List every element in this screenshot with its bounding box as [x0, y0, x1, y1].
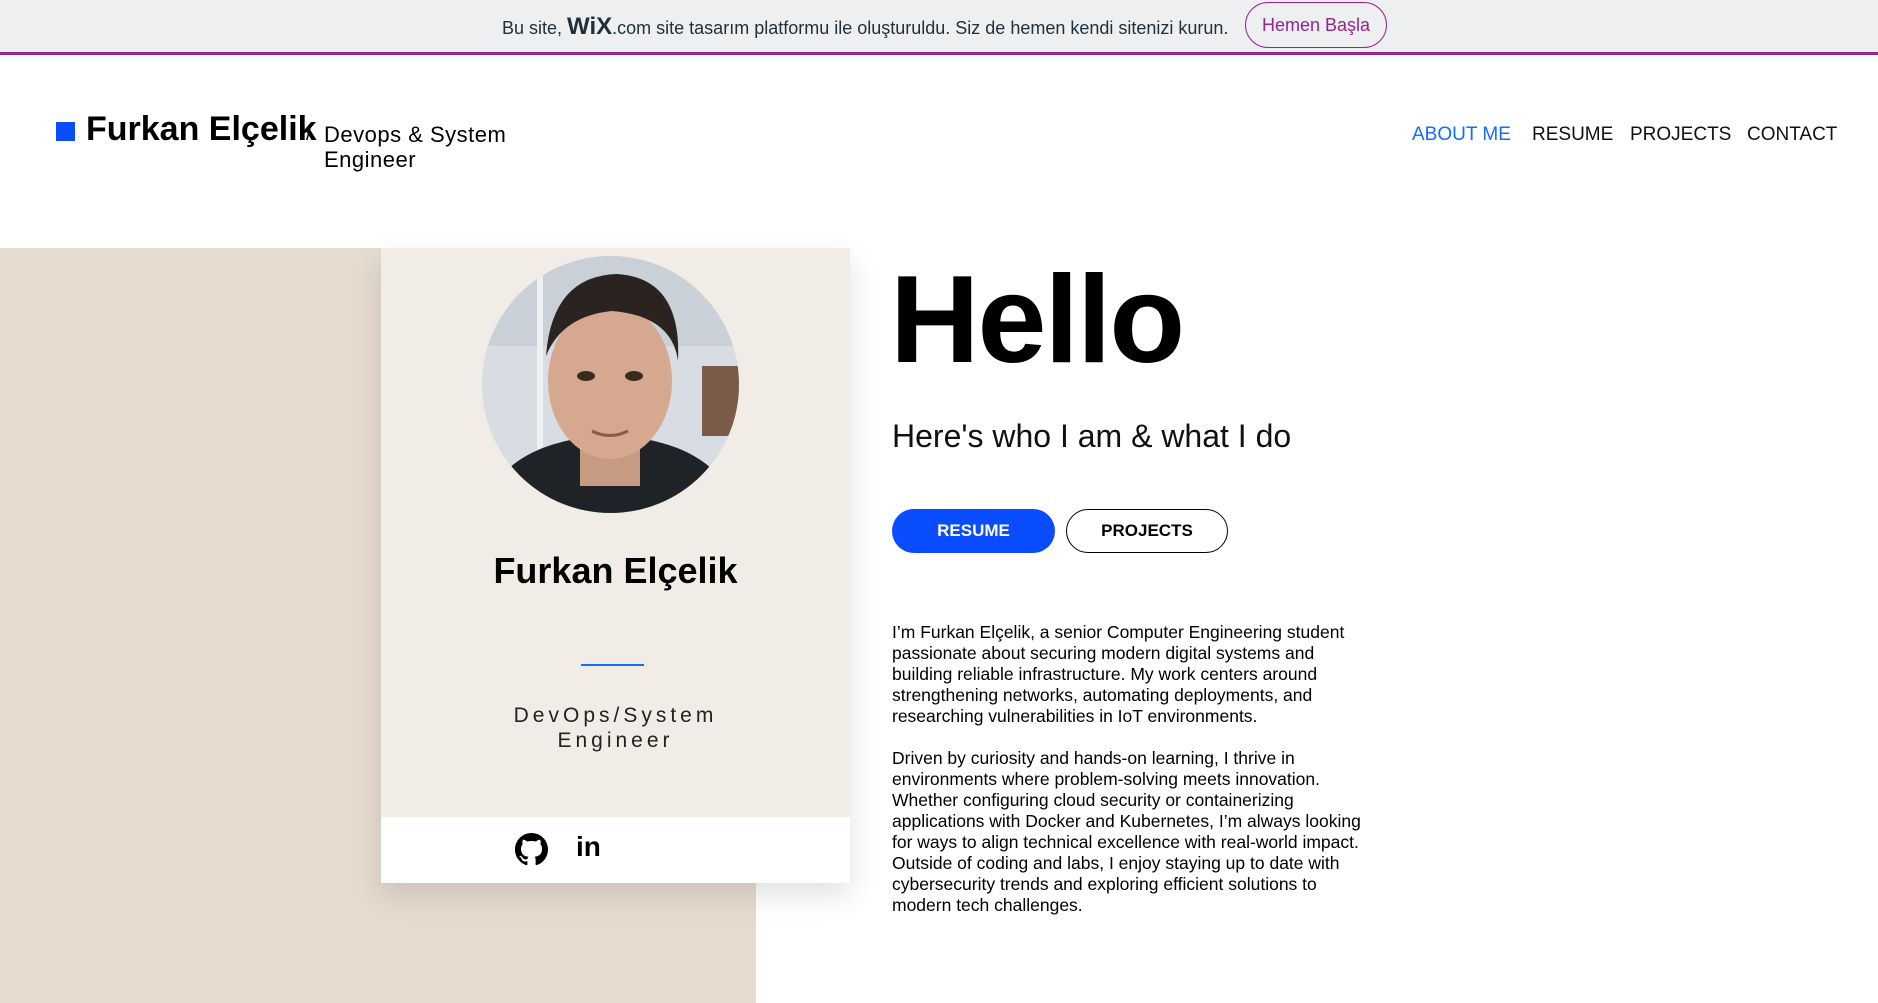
bio-paragraph-2: Driven by curiosity and hands-on learnin…	[892, 748, 1361, 915]
bio-paragraph-1: I’m Furkan Elçelik, a senior Computer En…	[892, 622, 1345, 726]
start-now-button[interactable]: Hemen Başla	[1245, 2, 1387, 48]
nav-about-me[interactable]: ABOUT ME	[1412, 124, 1511, 146]
bio-text: I’m Furkan Elçelik, a senior Computer En…	[892, 622, 1362, 937]
wix-promo-text: Bu site, WiX.com site tasarım platformu …	[502, 13, 1228, 41]
site-name[interactable]: Furkan Elçelik	[86, 110, 317, 149]
avatar	[482, 256, 739, 513]
site-tagline: Devops & System Engineer	[324, 122, 507, 172]
nav-projects[interactable]: PROJECTS	[1630, 124, 1731, 146]
hero-subtitle: Here's who I am & what I do	[892, 418, 1292, 454]
nav-resume[interactable]: RESUME	[1532, 124, 1613, 146]
logo-square	[56, 122, 75, 141]
projects-button[interactable]: PROJECTS	[1066, 509, 1228, 553]
github-icon[interactable]	[515, 833, 548, 866]
wix-promo-banner: Bu site, WiX.com site tasarım platformu …	[0, 0, 1878, 55]
linkedin-icon[interactable]: in	[576, 831, 601, 863]
wix-promo-text-end: .com site tasarım platformu ile oluşturu…	[612, 18, 1229, 38]
resume-button[interactable]: RESUME	[892, 509, 1055, 553]
wix-promo-text-start: Bu site,	[502, 18, 568, 38]
social-bar: in	[381, 817, 850, 883]
profile-card: Furkan Elçelik DevOps/System Engineer in	[381, 248, 850, 883]
name-divider	[581, 664, 644, 666]
wix-logo[interactable]: WiX	[567, 13, 612, 40]
nav-contact[interactable]: CONTACT	[1747, 124, 1837, 146]
hero-title: Hello	[890, 251, 1185, 389]
profile-role: DevOps/System Engineer	[513, 704, 718, 752]
profile-name: Furkan Elçelik	[493, 550, 738, 591]
title-separator: /	[306, 123, 312, 145]
